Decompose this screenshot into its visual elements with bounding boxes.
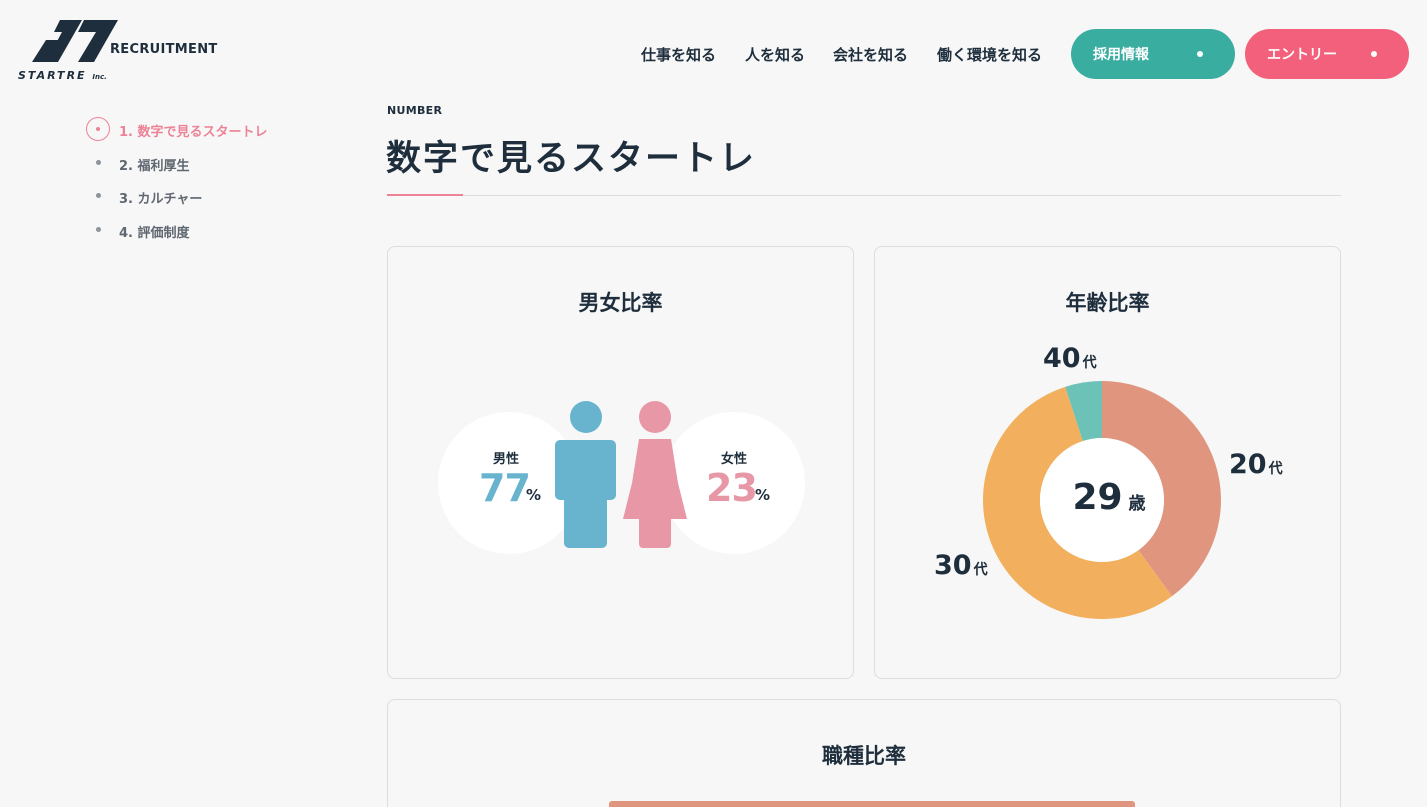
sidebar-item-evaluation[interactable]: 4. 評価制度 (86, 218, 326, 242)
nav-environment[interactable]: 働く環境を知る (937, 44, 1042, 65)
divider (387, 195, 1341, 196)
entry-label: エントリー (1267, 47, 1337, 63)
nav-people[interactable]: 人を知る (745, 44, 805, 65)
age-label-20s: 20 代 (1229, 449, 1283, 480)
entry-button[interactable]: エントリー (1245, 29, 1409, 79)
startre-logo-icon (32, 20, 118, 62)
nav-job[interactable]: 仕事を知る (641, 44, 716, 65)
sidebar-item-label: 2. 福利厚生 (119, 159, 190, 174)
recruit-info-button[interactable]: 採用情報 (1071, 29, 1235, 79)
sidebar-item-numbers[interactable]: 1. 数字で見るスタートレ (86, 117, 326, 141)
divider-accent (387, 194, 463, 196)
average-age: 29 歳 (1065, 477, 1153, 518)
average-age-value: 29 (1072, 477, 1123, 518)
nav-company[interactable]: 会社を知る (833, 44, 908, 65)
sidebar-item-benefits[interactable]: 2. 福利厚生 (86, 151, 326, 175)
female-percentage: 23 (706, 466, 758, 510)
dot-icon (1197, 51, 1203, 57)
company-logo[interactable]: STARTRE Inc. RECRUITMENT (18, 20, 218, 82)
male-figure-icon (555, 401, 616, 548)
card-title: 男女比率 (578, 291, 663, 315)
gender-ratio-card: 男女比率 男性 77 % 女性 23 % (387, 246, 854, 679)
percent-unit: % (755, 486, 771, 504)
section-eyebrow: NUMBER (387, 104, 443, 117)
card-title: 職種比率 (822, 744, 906, 768)
percent-unit: % (526, 486, 542, 504)
sidebar-item-culture[interactable]: 3. カルチャー (86, 184, 326, 208)
site-label: RECRUITMENT (110, 42, 218, 57)
brand-name: STARTRE Inc. (18, 69, 107, 82)
sidebar-item-label: 4. 評価制度 (119, 226, 190, 241)
age-label-30s: 30 代 (934, 550, 988, 581)
average-age-unit: 歳 (1128, 494, 1146, 514)
male-percentage: 77 (479, 466, 531, 510)
female-figure-icon (623, 401, 687, 548)
age-ratio-card: 年齢比率 40 代 20 代 30 代 29 歳 (874, 246, 1341, 679)
sidebar-item-label: 1. 数字で見るスタートレ (119, 125, 268, 140)
page-title: 数字で見るスタートレ (386, 139, 757, 179)
job-ratio-card: 職種比率 (387, 699, 1341, 807)
job-ratio-bar (609, 801, 1135, 807)
bullet-icon (96, 227, 101, 232)
bullet-icon (96, 160, 101, 165)
recruit-info-label: 採用情報 (1093, 47, 1149, 63)
dot-icon (1371, 51, 1377, 57)
female-label: 女性 (721, 452, 748, 467)
male-label: 男性 (493, 452, 520, 467)
active-indicator-icon (86, 117, 110, 141)
bullet-icon (96, 193, 101, 198)
sidebar-item-label: 3. カルチャー (119, 192, 203, 207)
age-label-40s: 40 代 (1043, 343, 1097, 374)
